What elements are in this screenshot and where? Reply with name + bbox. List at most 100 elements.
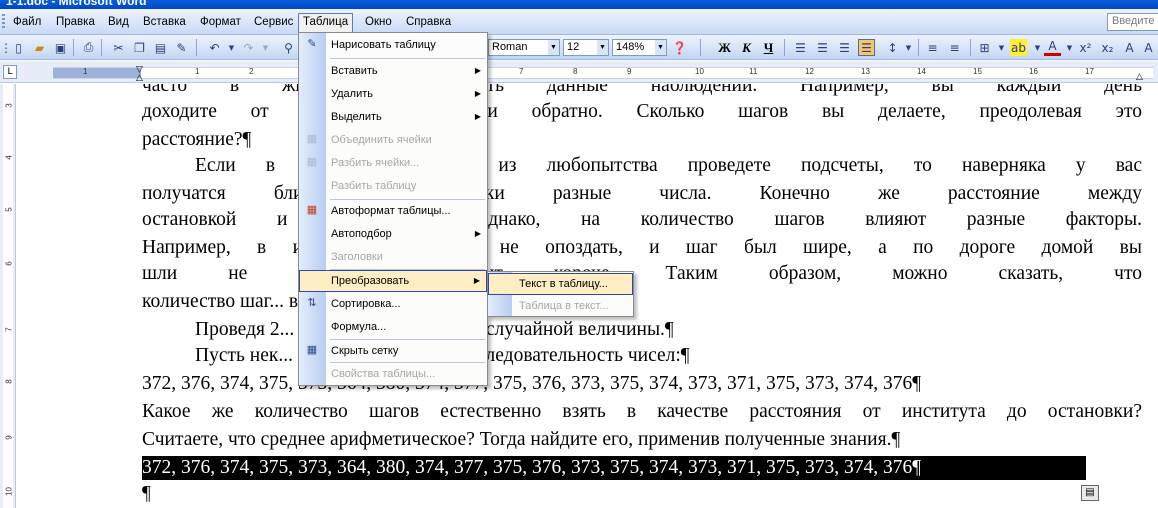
tab-stop-selector[interactable]: L: [3, 65, 17, 79]
subscript-icon[interactable]: x₂: [1099, 39, 1116, 56]
menu-separator: [330, 58, 485, 59]
open-folder-icon[interactable]: ▰: [31, 39, 48, 56]
table-menu: ✎ Нарисовать таблицу Вставить ▶ Удалить …: [298, 32, 488, 386]
menu-item-insert[interactable]: Вставить ▶: [299, 60, 487, 82]
menu-item-formula[interactable]: Формула...: [299, 316, 487, 338]
paste-options-icon[interactable]: ▤: [1081, 485, 1099, 501]
borders-dropdown-icon[interactable]: ▼: [993, 39, 1010, 56]
vertical-ruler-number: 4: [4, 155, 14, 160]
menu-item-autoformat[interactable]: ▦ Автоформат таблицы...: [299, 200, 487, 222]
new-document-icon[interactable]: ▯: [10, 39, 27, 56]
font-color-dropdown-icon[interactable]: ▼: [1061, 39, 1078, 56]
menu-item-table-to-text[interactable]: Таблица в текст...: [488, 295, 633, 317]
align-center-icon[interactable]: ☰: [814, 39, 831, 56]
cut-icon[interactable]: ✂: [110, 39, 127, 56]
ruler-strip[interactable]: 1 1 2 3 4 5 6 7 8 9 10 11 12 13 14 15 16…: [53, 67, 1153, 79]
sort-icon: ⇅: [307, 297, 317, 309]
ruler-number: 13: [861, 67, 870, 76]
ruler-number: 8: [573, 67, 578, 76]
menu-table[interactable]: Таблица: [298, 13, 354, 32]
document-line: ¶: [142, 483, 151, 504]
chevron-down-icon[interactable]: ▼: [655, 40, 666, 55]
autoformat-icon: ▦: [306, 204, 318, 216]
vertical-ruler[interactable]: 3 4 5 6 7 8 9 10: [0, 84, 16, 508]
chevron-down-icon[interactable]: ▼: [597, 40, 608, 55]
ruler-number: 7: [519, 67, 524, 76]
menu-file[interactable]: Файл: [9, 14, 45, 31]
italic-button[interactable]: К: [738, 39, 755, 56]
bold-button[interactable]: Ж: [716, 39, 733, 56]
borders-icon[interactable]: ⊞: [976, 39, 993, 56]
font-size-select[interactable]: 12 ▼: [563, 39, 609, 56]
selected-line[interactable]: 372, 376, 374, 375, 373, 364, 380, 374, …: [142, 456, 1086, 480]
highlight-icon[interactable]: ab: [1010, 39, 1027, 56]
menu-edit[interactable]: Правка: [52, 14, 99, 31]
help-icon[interactable]: ❓: [671, 39, 688, 56]
menu-item-label: Автоформат таблицы...: [331, 205, 451, 217]
menubar-grip[interactable]: [2, 14, 5, 30]
ruler-number: 16: [1029, 67, 1038, 76]
undo-icon[interactable]: ↶: [206, 39, 223, 56]
menu-item-label: Сортировка...: [331, 298, 401, 310]
chevron-down-icon[interactable]: ▼: [548, 40, 559, 55]
numbered-list-icon[interactable]: ≡: [924, 39, 941, 56]
menu-item-label: Нарисовать таблицу: [331, 39, 436, 51]
menu-item-label: Разбить ячейки...: [331, 157, 420, 169]
font-color-icon[interactable]: A: [1044, 39, 1061, 56]
vertical-ruler-number: 5: [4, 207, 14, 212]
menu-view[interactable]: Вид: [104, 14, 133, 31]
format-painter-icon[interactable]: ✎: [173, 39, 190, 56]
line-spacing-dropdown-icon[interactable]: ▼: [900, 39, 917, 56]
menu-window[interactable]: Окно: [361, 14, 396, 31]
menu-item-split-table[interactable]: Разбить таблицу: [299, 175, 487, 197]
toolbar-separator: [196, 39, 197, 56]
line-spacing-icon[interactable]: ↕: [884, 39, 901, 56]
menu-help[interactable]: Справка: [402, 14, 455, 31]
menu-format[interactable]: Формат: [196, 14, 245, 31]
menu-item-autofit[interactable]: Автоподбор ▶: [299, 223, 487, 245]
hyperlink-icon[interactable]: ⚲: [280, 39, 297, 56]
font-name-select[interactable]: Roman ▼: [488, 39, 560, 56]
shrink-font-icon[interactable]: A: [1140, 39, 1157, 56]
bulleted-list-icon[interactable]: ≡: [946, 39, 963, 56]
document-line: шли не спеша, ... быт короче. Таким обра…: [142, 263, 1142, 284]
menu-insert[interactable]: Вставка: [139, 14, 190, 31]
underline-button[interactable]: Ч: [760, 39, 777, 56]
save-icon[interactable]: ▣: [52, 39, 69, 56]
menu-item-headings[interactable]: Заголовки: [299, 246, 487, 268]
left-indent-marker[interactable]: △: [136, 74, 143, 83]
title-bar: 1-1.doc - Microsoft Word: [0, 0, 1158, 9]
menu-item-select[interactable]: Выделить ▶: [299, 106, 487, 128]
document-line: часто в жизни... обрабатывать данные наб…: [142, 84, 1142, 96]
justify-icon[interactable]: ☰: [858, 39, 875, 56]
redo-icon[interactable]: ↷: [240, 39, 257, 56]
align-right-icon[interactable]: ☰: [836, 39, 853, 56]
menu-item-table-properties[interactable]: Свойства таблицы...: [299, 363, 487, 385]
horizontal-ruler[interactable]: L 1 1 2 3 4 5 6 7 8 9 10 11 12 13 14 15 …: [0, 61, 1158, 83]
copy-icon[interactable]: ❐: [131, 39, 148, 56]
menu-tools[interactable]: Сервис: [250, 14, 297, 31]
menu-item-convert[interactable]: Преобразовать ▶: [299, 270, 487, 292]
submenu-arrow-icon: ▶: [474, 112, 481, 121]
menu-item-sort[interactable]: ⇅ Сортировка...: [299, 293, 487, 315]
superscript-icon[interactable]: x²: [1077, 39, 1094, 56]
menu-item-delete[interactable]: Удалить ▶: [299, 83, 487, 105]
menu-item-draw-table[interactable]: ✎ Нарисовать таблицу: [299, 34, 487, 56]
right-indent-marker[interactable]: △: [1136, 73, 1143, 82]
undo-dropdown-icon[interactable]: ▼: [223, 39, 240, 56]
redo-dropdown-icon[interactable]: ▼: [257, 39, 274, 56]
help-search-input[interactable]: Введите: [1107, 13, 1158, 31]
ruler-number: 14: [917, 67, 926, 76]
align-left-icon[interactable]: ☰: [792, 39, 809, 56]
menu-item-text-to-table[interactable]: Текст в таблицу...: [488, 273, 633, 295]
menu-item-split-cells[interactable]: ▦ Разбить ячейки...: [299, 152, 487, 174]
toolbar-grip[interactable]: ⋮: [0, 39, 12, 56]
menu-item-merge-cells[interactable]: ▦ Объединить ячейки: [299, 129, 487, 151]
window-title: 1-1.doc - Microsoft Word: [6, 0, 147, 8]
grow-font-icon[interactable]: A: [1121, 39, 1138, 56]
zoom-select[interactable]: 148% ▼: [612, 39, 667, 56]
print-icon[interactable]: ⎙: [80, 39, 97, 56]
menu-item-hide-gridlines[interactable]: ▦ Скрыть сетку: [299, 340, 487, 362]
menu-item-label: Свойства таблицы...: [331, 368, 436, 380]
paste-icon[interactable]: ▤: [152, 39, 169, 56]
